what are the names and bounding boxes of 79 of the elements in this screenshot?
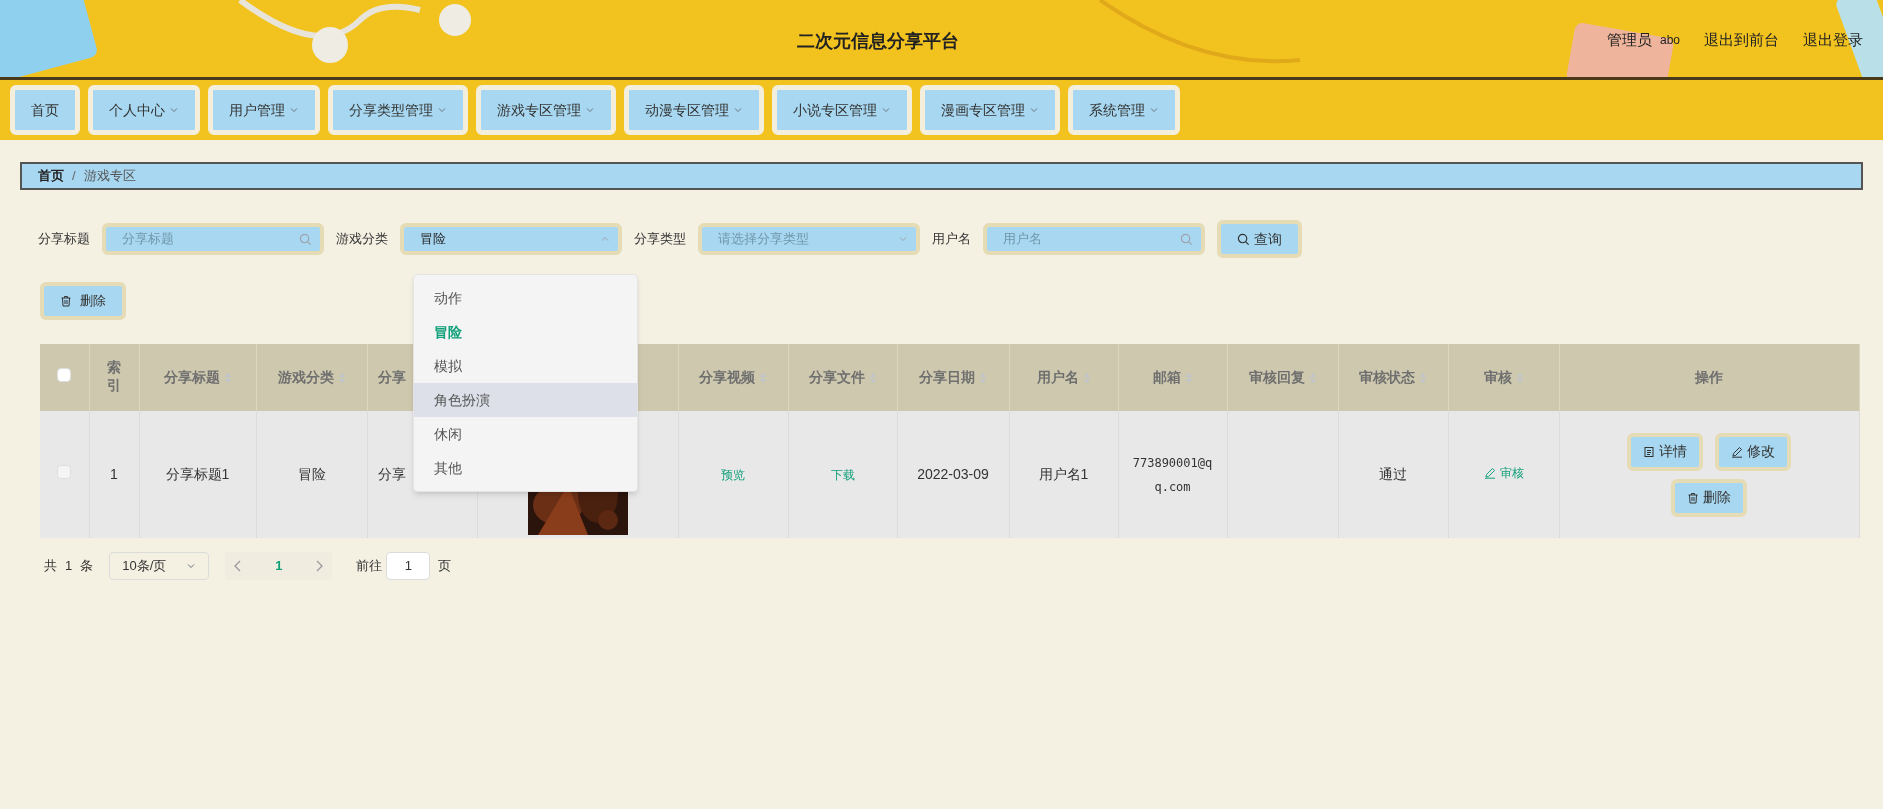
caret-icon <box>585 105 595 115</box>
nav-item[interactable]: 个人中心 <box>88 85 200 135</box>
total-label: 条 <box>80 557 94 576</box>
filter-label: 分享标题 <box>38 230 90 249</box>
filter-label: 分享类型 <box>634 230 686 249</box>
search-icon <box>1237 232 1250 246</box>
filter-label: 用户名 <box>932 230 971 249</box>
action-button[interactable]: 修改 <box>1715 432 1791 471</box>
dropdown-option[interactable]: 其他 <box>414 451 637 485</box>
search-icon <box>1180 232 1193 246</box>
caret-icon <box>733 105 743 115</box>
header-link[interactable]: 退出登录 <box>1803 28 1863 52</box>
table-cell: 分享 <box>377 466 406 482</box>
goto-label: 页 <box>438 557 452 576</box>
nav-item[interactable]: 首页 <box>10 85 80 135</box>
sort-icon[interactable] <box>979 372 987 385</box>
action-button[interactable]: 详情 <box>1627 432 1703 471</box>
goto-field[interactable]: 1 <box>386 552 431 580</box>
trash-icon <box>1687 491 1699 504</box>
caret-icon <box>437 105 447 115</box>
caret-icon <box>600 234 610 244</box>
action-button[interactable]: 删除 <box>1671 478 1747 517</box>
sort-icon[interactable] <box>1184 372 1193 385</box>
table-cell: 用户名1 <box>1038 466 1089 482</box>
breadcrumb-item[interactable]: 首页 <box>38 166 64 186</box>
dropdown-option[interactable]: 休闲 <box>414 417 637 451</box>
site-title: 二次元信息分享平台 <box>797 28 960 53</box>
search-icon <box>299 232 312 246</box>
sort-icon[interactable] <box>868 372 877 385</box>
checkbox[interactable] <box>57 464 72 479</box>
dropdown-option[interactable]: 角色扮演 <box>414 383 637 417</box>
nav-item[interactable]: 漫画专区管理 <box>920 85 1060 135</box>
sort-icon[interactable] <box>1515 372 1524 385</box>
caret-icon <box>289 105 299 115</box>
nav-item[interactable]: 动漫专区管理 <box>624 85 764 135</box>
table-cell-text: 773890001@qq.com <box>1131 454 1214 496</box>
table-cell: 通过 <box>1379 466 1407 482</box>
pencil-icon <box>1731 445 1743 458</box>
caret-icon <box>1029 105 1039 115</box>
nav-item[interactable]: 小说专区管理 <box>772 85 912 135</box>
breadcrumb-separator: / <box>72 167 76 186</box>
table-cell: 冒险 <box>297 466 326 482</box>
next-page-icon[interactable] <box>314 560 325 572</box>
table-cell: 分享标题1 <box>165 466 230 482</box>
nav-item[interactable]: 用户管理 <box>208 85 320 135</box>
total-count: 1 <box>65 557 73 576</box>
document-icon <box>1643 445 1655 458</box>
trash-icon <box>60 295 72 307</box>
dropdown-option[interactable]: 动作 <box>414 281 637 315</box>
breadcrumb-item: 游戏专区 <box>83 167 136 186</box>
user-name: abo <box>1659 32 1680 49</box>
nav-item[interactable]: 系统管理 <box>1068 85 1180 135</box>
caret-icon <box>169 105 179 115</box>
total-label: 共 <box>44 557 57 576</box>
sort-icon[interactable] <box>337 372 346 385</box>
table-cell: 2022-03-09 <box>917 466 989 482</box>
select-field[interactable]: 冒险 <box>400 223 622 255</box>
pencil-icon <box>1483 467 1496 480</box>
dropdown-option[interactable]: 模拟 <box>414 349 637 383</box>
sort-icon[interactable] <box>223 372 232 385</box>
caret-icon <box>1149 105 1159 115</box>
header-link[interactable]: 退出到前台 <box>1704 28 1779 52</box>
checkbox[interactable] <box>57 368 72 382</box>
nav-item[interactable]: 游戏专区管理 <box>476 85 616 135</box>
goto-label: 前往 <box>356 557 383 576</box>
caret-icon <box>881 105 891 115</box>
page-size-select[interactable]: 10条/页 <box>109 552 210 580</box>
user-role: 管理员 <box>1606 29 1652 50</box>
nav-item[interactable]: 分享类型管理 <box>328 85 468 135</box>
caret-icon <box>186 561 197 571</box>
table-cell: 1 <box>110 466 118 482</box>
caret-icon <box>898 234 908 244</box>
sort-icon[interactable] <box>1082 372 1091 385</box>
filter-label: 游戏分类 <box>336 230 388 249</box>
delete-button[interactable]: 删除 <box>40 282 126 320</box>
sort-icon[interactable] <box>1419 372 1427 385</box>
sort-icon[interactable] <box>1308 372 1317 385</box>
sort-icon[interactable] <box>759 372 767 385</box>
query-button[interactable]: 查询 <box>1217 220 1302 258</box>
